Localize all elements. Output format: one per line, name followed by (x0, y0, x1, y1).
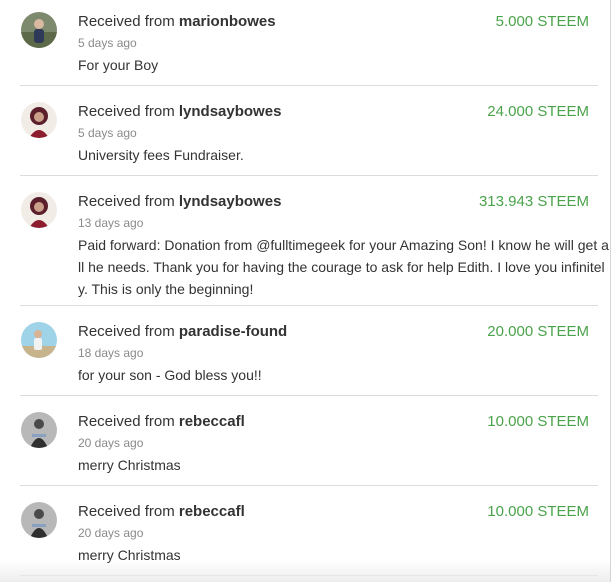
memo-line: y. This is only the beginning! (78, 281, 254, 297)
transfer-memo: for your son - God bless you!! (78, 364, 593, 386)
transfer-memo: Paid forward: Donation from @fulltimegee… (78, 234, 609, 300)
transfer-memo: University fees Fundraiser. (78, 144, 593, 166)
transfer-item: Received from lyndsaybowes 24.000 STEEM … (0, 86, 610, 176)
user-avatar-icon[interactable] (21, 192, 57, 228)
memo-line: merry Christmas (78, 457, 181, 473)
transfer-item: Received from lyndsaybowes 313.943 STEEM… (0, 176, 610, 306)
transfer-time: 5 days ago (78, 126, 137, 140)
transfer-memo: For your Boy (78, 54, 593, 76)
transfer-amount: 10.000 STEEM (487, 503, 589, 520)
user-avatar-icon[interactable] (21, 412, 57, 448)
user-avatar-icon[interactable] (21, 102, 57, 138)
sender-link[interactable]: rebeccafl (179, 413, 245, 430)
transfer-time: 20 days ago (78, 526, 144, 540)
memo-line: Paid forward: Donation from @fulltimegee… (78, 237, 609, 253)
transfer-prefix: Received from (78, 193, 175, 210)
sender-link[interactable]: lyndsaybowes (179, 103, 282, 120)
transfer-time: 13 days ago (78, 216, 144, 230)
memo-line: For your Boy (78, 57, 159, 73)
transfer-time: 20 days ago (78, 436, 144, 450)
user-avatar-icon[interactable] (21, 322, 57, 358)
sender-link[interactable]: lyndsaybowes (179, 193, 282, 210)
transfer-prefix: Received from (78, 13, 175, 30)
user-avatar-icon[interactable] (21, 12, 57, 48)
transfer-amount: 24.000 STEEM (487, 103, 589, 120)
transfer-amount: 313.943 STEEM (478, 193, 589, 210)
sender-link[interactable]: marionbowes (179, 13, 276, 30)
user-avatar-icon[interactable] (21, 502, 57, 538)
transfer-time: 18 days ago (78, 346, 144, 360)
memo-line: University fees Fundraiser. (78, 147, 244, 163)
transfer-history-list: Received from marionbowes 5.000 STEEM 5 … (0, 0, 611, 582)
transfer-amount: 20.000 STEEM (487, 323, 589, 340)
transfer-time: 5 days ago (78, 36, 137, 50)
memo-line: for your son - God bless you!! (78, 367, 262, 383)
bottom-fade (0, 560, 610, 582)
transfer-prefix: Received from (78, 413, 175, 430)
transfer-item: Received from rebeccafl 10.000 STEEM 20 … (0, 396, 610, 486)
transfer-amount: 10.000 STEEM (487, 413, 589, 430)
memo-line: ll he needs. Thank you for having the co… (78, 259, 605, 275)
transfer-amount: 5.000 STEEM (495, 13, 589, 30)
transfer-memo: merry Christmas (78, 454, 593, 476)
sender-link[interactable]: paradise-found (179, 323, 287, 340)
transfer-prefix: Received from (78, 503, 175, 520)
transfer-prefix: Received from (78, 103, 175, 120)
transfer-item: Received from paradise-found 20.000 STEE… (0, 306, 610, 396)
transfer-prefix: Received from (78, 323, 175, 340)
sender-link[interactable]: rebeccafl (179, 503, 245, 520)
transfer-item: Received from marionbowes 5.000 STEEM 5 … (0, 0, 610, 86)
